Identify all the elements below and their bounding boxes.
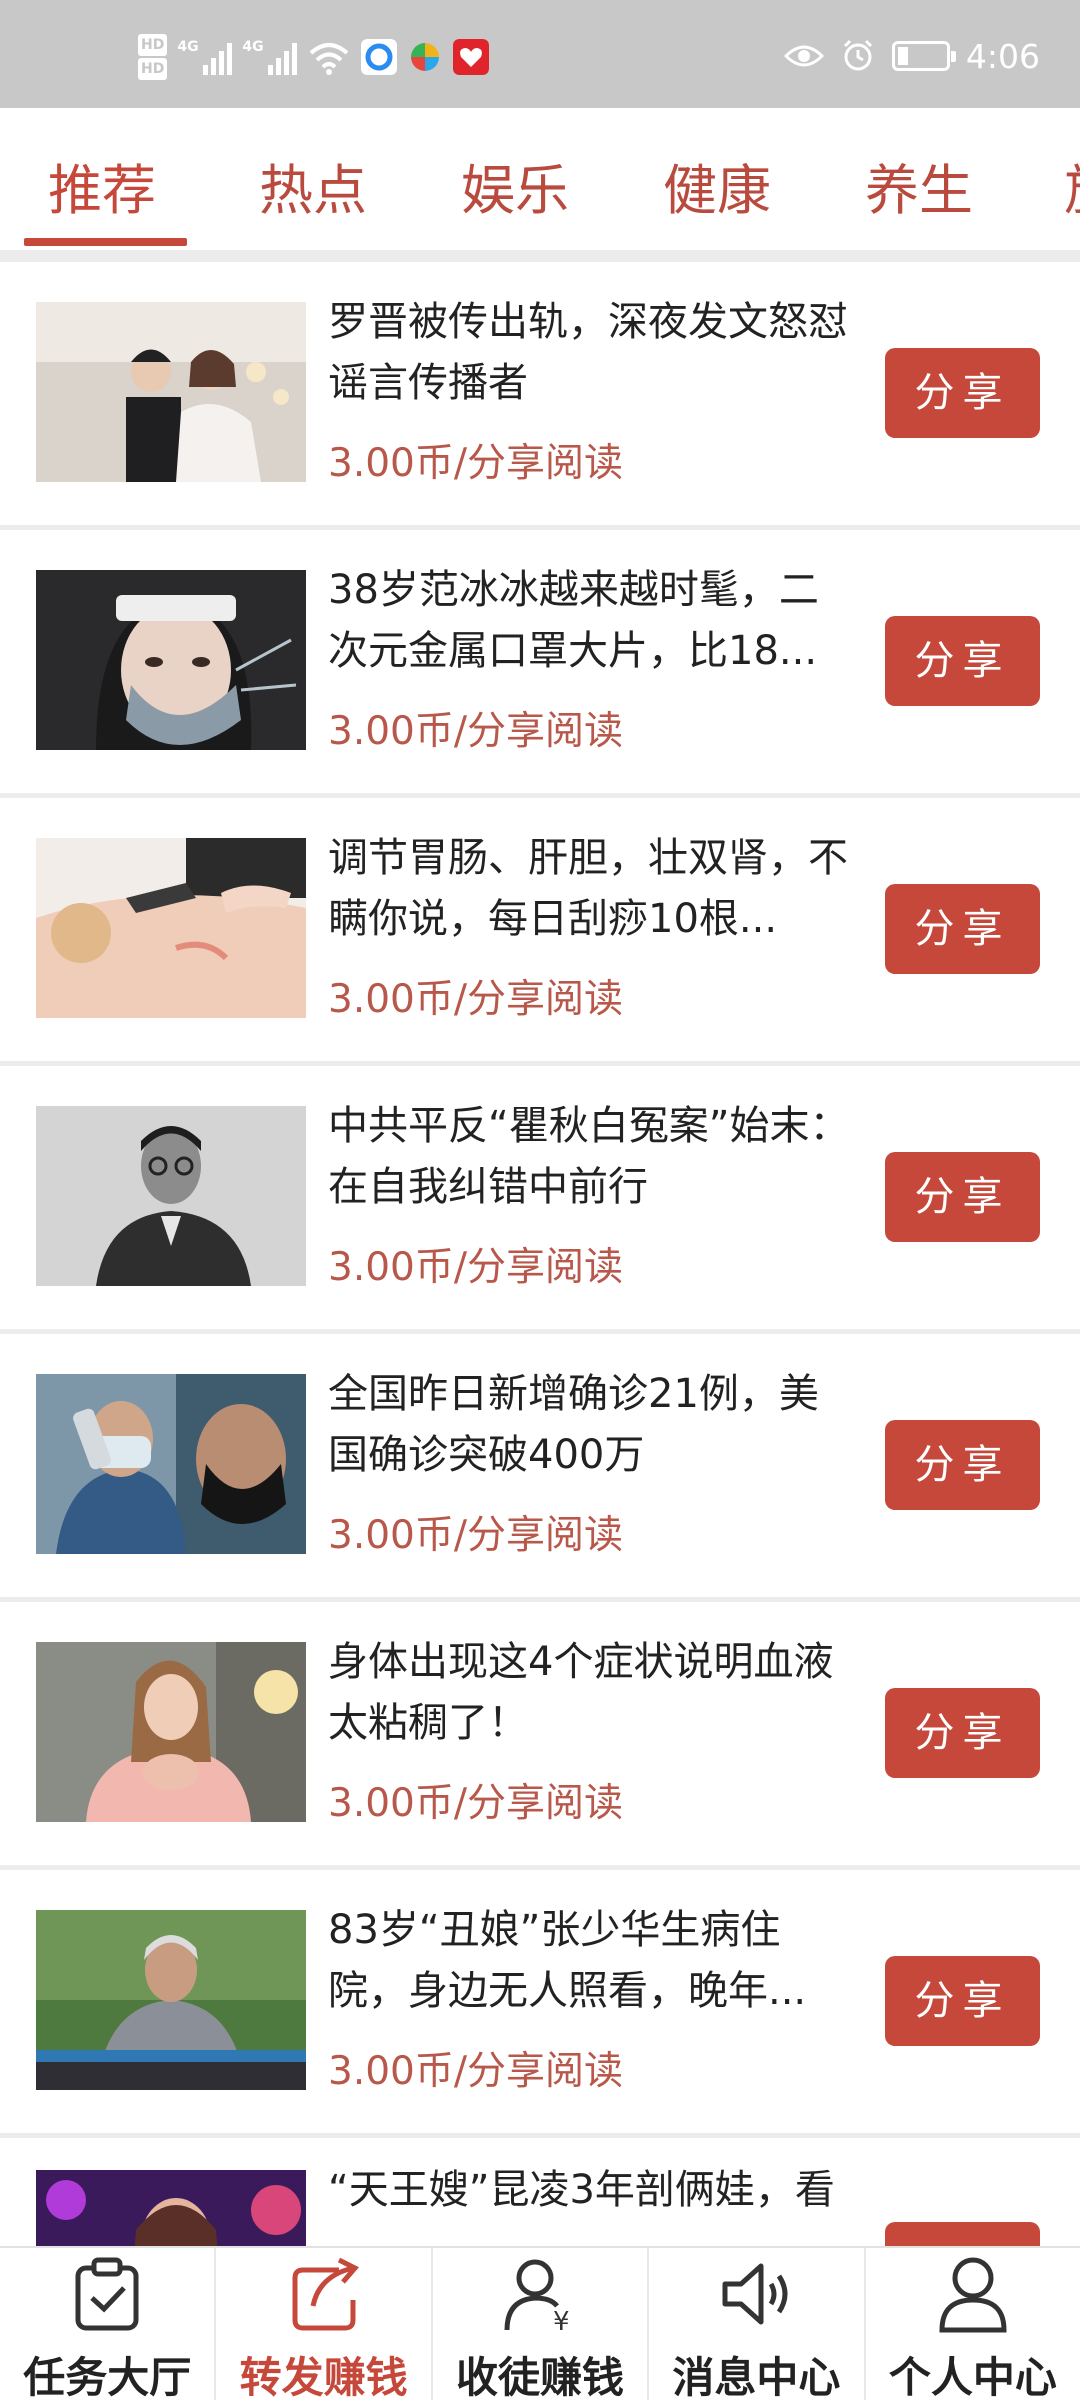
article-title[interactable]: 38岁范冰冰越来越时髦，二次元金属口罩大片，比18... bbox=[328, 560, 858, 682]
speaker-icon bbox=[722, 2263, 788, 2325]
status-bar: HD HD 4G 4G 4:06 bbox=[0, 0, 1080, 108]
status-left: HD HD 4G 4G bbox=[138, 32, 490, 82]
person-icon bbox=[939, 2257, 1007, 2333]
signal-1-icon: 4G bbox=[177, 39, 233, 75]
share-button[interactable]: 分享 bbox=[885, 616, 1040, 706]
article-title[interactable]: 调节胃肠、肝胆，壮双肾，不瞒你说，每日刮痧10根... bbox=[328, 828, 858, 950]
nav-label-share-earn: 转发赚钱 bbox=[239, 2353, 408, 2400]
article-item[interactable]: 身体出现这4个症状说明血液太粘稠了！ 3.00币/分享阅读 分享 bbox=[0, 1602, 1080, 1870]
signal-2-label: 4G bbox=[242, 39, 264, 55]
nav-personal-center[interactable]: 个人中心 bbox=[866, 2248, 1080, 2400]
hd-indicator: HD HD bbox=[138, 33, 168, 81]
tab-recommend[interactable]: 推荐 bbox=[48, 146, 156, 225]
share-out-icon bbox=[292, 2257, 359, 2331]
article-title[interactable]: “天王嫂”昆凌3年剖俩娃，看 bbox=[328, 2160, 858, 2221]
tab-health[interactable]: 健康 bbox=[663, 146, 771, 225]
share-button[interactable]: 分享 bbox=[885, 348, 1040, 438]
article-item[interactable]: 38岁范冰冰越来越时髦，二次元金属口罩大片，比18... 3.00币/分享阅读 … bbox=[0, 530, 1080, 798]
share-button[interactable]: 分享 bbox=[885, 1956, 1040, 2046]
nav-recruit-earn[interactable]: ¥ 收徒赚钱 bbox=[433, 2248, 650, 2400]
tab-travel[interactable]: 旅 bbox=[1064, 146, 1080, 225]
article-title[interactable]: 罗晋被传出轨，深夜发文怒怼谣言传播者 bbox=[328, 292, 858, 414]
article-thumbnail[interactable] bbox=[36, 302, 306, 482]
svg-text:¥: ¥ bbox=[553, 2307, 570, 2334]
hd-top-label: HD bbox=[138, 34, 168, 56]
wifi-icon bbox=[310, 43, 349, 75]
tabs-divider bbox=[0, 250, 1080, 262]
share-button[interactable]: 分享 bbox=[885, 2222, 1040, 2246]
share-button[interactable]: 分享 bbox=[885, 1152, 1040, 1242]
article-item[interactable]: 中共平反“瞿秋白冤案”始末：在自我纠错中前行 3.00币/分享阅读 分享 bbox=[0, 1066, 1080, 1334]
article-reward: 3.00币/分享阅读 bbox=[328, 709, 623, 754]
nav-label-message-center: 消息中心 bbox=[672, 2353, 841, 2400]
tab-hot[interactable]: 热点 bbox=[259, 146, 367, 225]
article-thumbnail[interactable] bbox=[36, 1374, 306, 1554]
article-item[interactable]: 全国昨日新增确诊21例，美国确诊突破400万 3.00币/分享阅读 分享 bbox=[0, 1334, 1080, 1602]
article-list: 罗晋被传出轨，深夜发文怒怼谣言传播者 3.00币/分享阅读 分享 38岁范冰冰越… bbox=[0, 262, 1080, 2246]
nav-message-center[interactable]: 消息中心 bbox=[649, 2248, 866, 2400]
clipboard-check-icon bbox=[75, 2257, 139, 2331]
share-button[interactable]: 分享 bbox=[885, 884, 1040, 974]
signal-1-label: 4G bbox=[177, 39, 199, 55]
article-reward: 3.00币/分享阅读 bbox=[328, 977, 623, 1022]
article-item[interactable]: “天王嫂”昆凌3年剖俩娃，看 分享 bbox=[0, 2138, 1080, 2246]
article-thumbnail[interactable] bbox=[36, 838, 306, 1018]
nav-label-task-hall: 任务大厅 bbox=[23, 2353, 192, 2400]
status-right: 4:06 bbox=[783, 36, 1040, 76]
active-tab-indicator bbox=[24, 238, 187, 246]
nav-task-hall[interactable]: 任务大厅 bbox=[0, 2248, 217, 2400]
nav-label-personal-center: 个人中心 bbox=[888, 2353, 1057, 2400]
tab-entertainment[interactable]: 娱乐 bbox=[461, 146, 569, 225]
user-yuan-icon: ¥ bbox=[504, 2259, 570, 2334]
browser-app-icon bbox=[361, 39, 398, 75]
article-title[interactable]: 全国昨日新增确诊21例，美国确诊突破400万 bbox=[328, 1364, 858, 1486]
article-reward: 3.00币/分享阅读 bbox=[328, 1513, 623, 1558]
nav-label-recruit-earn: 收徒赚钱 bbox=[456, 2353, 625, 2400]
article-thumbnail[interactable] bbox=[36, 1642, 306, 1822]
article-thumbnail[interactable] bbox=[36, 570, 306, 750]
article-reward: 3.00币/分享阅读 bbox=[328, 441, 623, 486]
alarm-icon bbox=[843, 39, 872, 71]
article-reward: 3.00币/分享阅读 bbox=[328, 2049, 623, 2094]
article-thumbnail[interactable] bbox=[36, 1106, 306, 1286]
pinwheel-app-icon bbox=[411, 43, 440, 71]
nav-share-earn[interactable]: 转发赚钱 bbox=[216, 2248, 433, 2400]
signal-2-icon: 4G bbox=[242, 39, 298, 75]
article-item[interactable]: 调节胃肠、肝胆，壮双肾，不瞒你说，每日刮痧10根... 3.00币/分享阅读 分… bbox=[0, 798, 1080, 1066]
article-title[interactable]: 中共平反“瞿秋白冤案”始末：在自我纠错中前行 bbox=[328, 1096, 858, 1218]
article-thumbnail[interactable] bbox=[36, 1910, 306, 2090]
shopping-app-icon bbox=[453, 39, 490, 75]
article-reward: 3.00币/分享阅读 bbox=[328, 1245, 623, 1290]
bottom-navigation: 任务大厅 转发赚钱 ¥ 收徒赚钱 消息中心 个人中心 bbox=[0, 2246, 1080, 2400]
article-title[interactable]: 83岁“丑娘”张少华生病住院，身边无人照看，晚年... bbox=[328, 1900, 858, 2022]
article-item[interactable]: 83岁“丑娘”张少华生病住院，身边无人照看，晚年... 3.00币/分享阅读 分… bbox=[0, 1870, 1080, 2138]
article-title[interactable]: 身体出现这4个症状说明血液太粘稠了！ bbox=[328, 1632, 858, 1754]
clock-time: 4:06 bbox=[965, 36, 1040, 76]
article-reward: 3.00币/分享阅读 bbox=[328, 1781, 623, 1826]
eye-icon bbox=[783, 45, 824, 67]
category-tabs: 推荐 热点 娱乐 健康 养生 旅 bbox=[0, 108, 1080, 250]
battery-icon bbox=[891, 41, 956, 71]
share-button[interactable]: 分享 bbox=[885, 1420, 1040, 1510]
article-thumbnail[interactable] bbox=[36, 2170, 306, 2246]
share-button[interactable]: 分享 bbox=[885, 1688, 1040, 1778]
tab-wellness[interactable]: 养生 bbox=[865, 146, 973, 225]
article-item[interactable]: 罗晋被传出轨，深夜发文怒怼谣言传播者 3.00币/分享阅读 分享 bbox=[0, 262, 1080, 530]
hd-bottom-label: HD bbox=[138, 58, 168, 80]
